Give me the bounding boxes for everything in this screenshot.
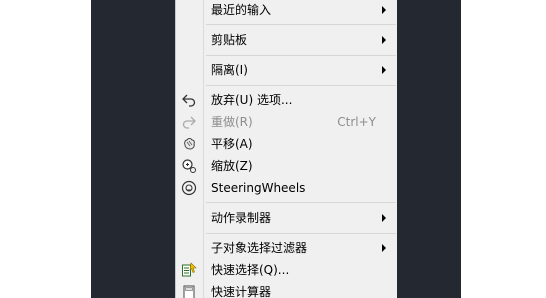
menu-item-quick-calc[interactable]: 快速计算器 <box>176 281 397 298</box>
menu-item-label: 重做(R) <box>211 115 253 129</box>
pan-hand-icon <box>181 136 197 152</box>
submenu-arrow-icon <box>382 36 386 44</box>
menu-item-subobject-filter[interactable]: 子对象选择过滤器 <box>176 237 397 259</box>
menu-item-label: 缩放(Z) <box>211 159 253 173</box>
submenu-arrow-icon <box>382 6 386 14</box>
menu-item-undo-options[interactable]: 放弃(U) 选项... <box>176 89 397 111</box>
menu-item-isolate[interactable]: 隔离(I) <box>176 59 397 81</box>
menu-item-label: 快速选择(Q)... <box>211 263 290 277</box>
zoom-magnifier-icon <box>181 158 197 174</box>
steering-wheel-icon <box>181 180 197 196</box>
menu-separator <box>206 85 396 86</box>
submenu-arrow-icon <box>382 66 386 74</box>
menu-item-zoom[interactable]: 缩放(Z) <box>176 155 397 177</box>
menu-item-label: 放弃(U) 选项... <box>211 93 293 107</box>
menu-separator <box>206 202 396 203</box>
menu-item-label: 剪贴板 <box>211 33 248 47</box>
menu-item-label: 平移(A) <box>211 137 253 151</box>
menu-separator <box>206 233 396 234</box>
menu-item-label: 隔离(I) <box>211 63 248 77</box>
menu-item-clipboard[interactable]: 剪贴板 <box>176 29 397 51</box>
menu-item-recent-input[interactable]: 最近的输入 <box>176 0 397 21</box>
menu-item-shortcut: Ctrl+Y <box>337 115 376 129</box>
quick-select-icon <box>181 262 197 278</box>
menu-separator <box>206 55 396 56</box>
menu-separator <box>206 24 396 25</box>
menu-item-label: SteeringWheels <box>211 181 306 195</box>
menu-item-label: 快速计算器 <box>211 285 272 298</box>
undo-arrow-icon <box>181 92 197 108</box>
redo-arrow-icon <box>181 114 197 130</box>
submenu-arrow-icon <box>382 214 386 222</box>
submenu-arrow-icon <box>382 244 386 252</box>
context-menu: 最近的输入 剪贴板 隔离(I) 放弃(U) 选项... 重做(R) Ctrl+Y… <box>175 0 397 298</box>
calculator-icon <box>181 284 197 298</box>
menu-item-label: 最近的输入 <box>211 3 272 17</box>
menu-item-pan[interactable]: 平移(A) <box>176 133 397 155</box>
menu-item-label: 子对象选择过滤器 <box>211 241 308 255</box>
menu-item-steeringwheels[interactable]: SteeringWheels <box>176 177 397 199</box>
menu-item-label: 动作录制器 <box>211 211 272 225</box>
menu-item-quick-select[interactable]: 快速选择(Q)... <box>176 259 397 281</box>
menu-item-action-recorder[interactable]: 动作录制器 <box>176 207 397 229</box>
menu-item-redo: 重做(R) Ctrl+Y <box>176 111 397 133</box>
